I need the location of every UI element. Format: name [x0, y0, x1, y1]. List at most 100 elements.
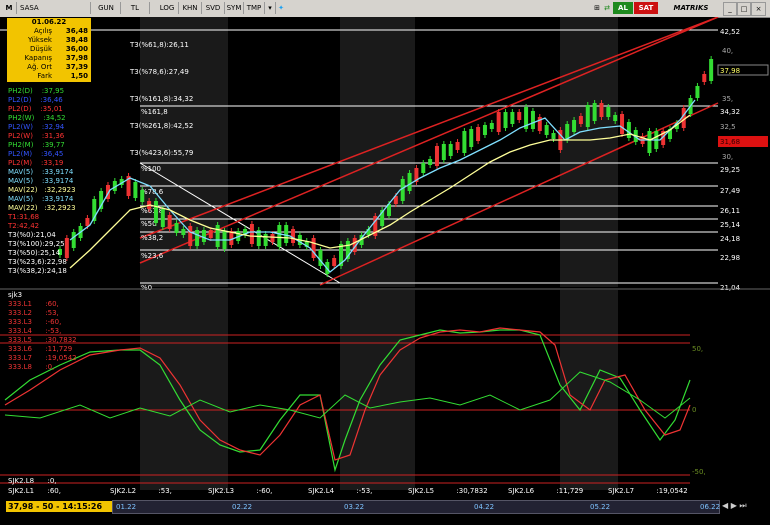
app-logo[interactable]: M [2, 2, 17, 14]
candle-body [613, 115, 618, 121]
candle-body [448, 144, 453, 156]
osc-axis-label: -50, [692, 468, 706, 476]
indicator-legend-item: PH2(W) :34,52 [8, 114, 66, 122]
fib-label: %23,6 [141, 252, 164, 260]
time-scrollbar[interactable] [112, 500, 720, 514]
indicator-legend-item: PL2(W) :31,36 [8, 132, 65, 140]
osc-axis-label: 50, [692, 345, 703, 353]
candle-body [695, 86, 700, 98]
close-icon[interactable]: × [751, 2, 766, 16]
khn-button[interactable]: KHN [179, 2, 202, 14]
maximize-icon[interactable]: □ [737, 2, 751, 16]
indicator-legend-item: PL2(M) :36,45 [8, 150, 64, 158]
candle-body [482, 125, 487, 135]
candle-body [572, 120, 577, 132]
candle-body [160, 209, 165, 227]
oscillator-bottom-marker: SJK2.L2 :53, [110, 487, 172, 495]
sat-button[interactable]: SAT [634, 2, 658, 14]
candle-body [530, 111, 535, 129]
link-icon[interactable]: ⇄ [602, 2, 612, 14]
symbol-field[interactable]: SASA [17, 2, 91, 14]
indicator-legend-item: MAV(22) :32,2923 [8, 204, 76, 212]
date-label: 05.22 [590, 503, 611, 511]
candle-body [153, 201, 158, 223]
candle-body [585, 105, 590, 127]
candle-body [647, 131, 652, 153]
twitter-icon[interactable]: ✦ [276, 2, 286, 14]
log-button[interactable]: LOG [156, 2, 179, 14]
fib-label: %0 [141, 284, 152, 292]
candle-body [469, 129, 474, 147]
price-axis-label: 29,25 [720, 166, 740, 174]
indicator-legend-item: T3(%38,2):24,18 [8, 267, 67, 275]
candle-body [332, 258, 337, 266]
fib-label: %61,8 [141, 207, 163, 215]
oscillator-legend-item: 333.L8 :0, [8, 363, 55, 371]
candle-body [592, 103, 597, 121]
candle-body [434, 146, 439, 166]
candle-body [517, 112, 522, 120]
sym-button[interactable]: SYM [225, 2, 244, 14]
candle-body [709, 59, 714, 81]
indicator-legend: PH2(D) :37,95 PL2(D) :36,46 PL2(D) :35,01 P… [8, 87, 76, 276]
scroll-controls[interactable]: ◀ ▶ ⏭ [722, 501, 766, 513]
candle-body [195, 230, 200, 246]
candle-body [407, 173, 412, 191]
candle-body [620, 114, 625, 134]
dropdown-arrow-icon[interactable]: ▾ [265, 2, 276, 14]
oscillator-legend-item: 333.L1 :60, [8, 300, 59, 308]
candle-body [551, 133, 556, 139]
matriks-logo: MATRIKS [673, 4, 709, 12]
svd-button[interactable]: SVD [202, 2, 225, 14]
oscillator-bottom-marker: SJK2.L7 :19,0542 [608, 487, 688, 495]
toolbar: M SASA GUN TL LOG KHN SVD SYM TMP ▾ ✦ ⊞ … [0, 0, 770, 18]
indicator-legend-item: T3(%100):29,25 [8, 240, 65, 248]
price-axis-label: 27,49 [720, 187, 740, 195]
indicator-legend-item: T1:31,68 [8, 213, 40, 221]
candle-body [441, 144, 446, 160]
oscillator-bottom-marker: SJK2.L5 :30,7832 [408, 487, 488, 495]
fib-legend-item: T3(%78,6):27,49 [130, 68, 189, 76]
tmp-button[interactable]: TMP [244, 2, 265, 14]
fib-label: %38,2 [141, 234, 163, 242]
pin-icon[interactable]: ⊞ [592, 2, 602, 14]
oscillator-legend: 333.L1 :60, 333.L2 :53, 333.L3 :-60, 333.L4… [8, 300, 77, 372]
indicator-legend-item: T3(%0):21,04 [8, 231, 56, 239]
candle-body [291, 229, 296, 243]
fib-legend: T3(%61,8):26,11 T3(%78,6):27,49 T3(%161,… [130, 23, 193, 167]
oscillator-bottom-marker: SJK2.L6 :11,729 [508, 487, 584, 495]
gun-button[interactable]: GUN [92, 2, 121, 14]
info-date: 01.06.22 [31, 18, 67, 26]
candle-body [167, 215, 172, 229]
info-value: 36,48 [65, 27, 88, 35]
scroll-right-icon[interactable]: ▶ [731, 501, 737, 510]
candle-body [188, 226, 193, 246]
tl-button[interactable]: TL [121, 2, 150, 14]
candle-body [503, 112, 508, 128]
indicator-legend-item: MAV(5) :33,9174 [8, 168, 74, 176]
oscillator-axis: 50, 0 -50, [692, 345, 706, 476]
price-axis-label: 30, [722, 153, 733, 161]
info-label: Ağ. Ort [27, 63, 52, 71]
candle-body [85, 218, 90, 226]
fib-legend-item: T3(%161,8):34,32 [130, 95, 194, 103]
indicator-legend-item: PL2(M) :33,19 [8, 159, 64, 167]
info-label: Yüksek [28, 36, 52, 44]
price-axis-label: 25,14 [720, 221, 741, 229]
candle-body [462, 131, 467, 153]
oscillator-legend-item: 333.L3 :-60, [8, 318, 62, 326]
oscillator-title: sjk3 [8, 291, 23, 299]
price-axis: 42,52 40, 37,98 35, 34,32 32,5 31,68 30,… [717, 28, 769, 292]
candle-body [400, 179, 405, 201]
oscillator-bottom-marker: SJK2.L4 :-53, [308, 487, 373, 495]
chart-area[interactable]: %161,8 %100 %78,6 %61,8 %50 %38,2 %23,6 … [0, 16, 770, 497]
candle-body [455, 142, 460, 150]
candle-body [174, 223, 179, 233]
scroll-end-icon[interactable]: ⏭ [739, 501, 746, 510]
info-value: 37,39 [65, 63, 88, 71]
minimize-icon[interactable]: _ [723, 2, 737, 16]
al-button[interactable]: AL [613, 2, 633, 14]
date-label: 03.22 [344, 503, 365, 511]
oscillator-legend-item: 333.L6 :11,729 [8, 345, 73, 353]
scroll-left-icon[interactable]: ◀ [722, 501, 728, 510]
